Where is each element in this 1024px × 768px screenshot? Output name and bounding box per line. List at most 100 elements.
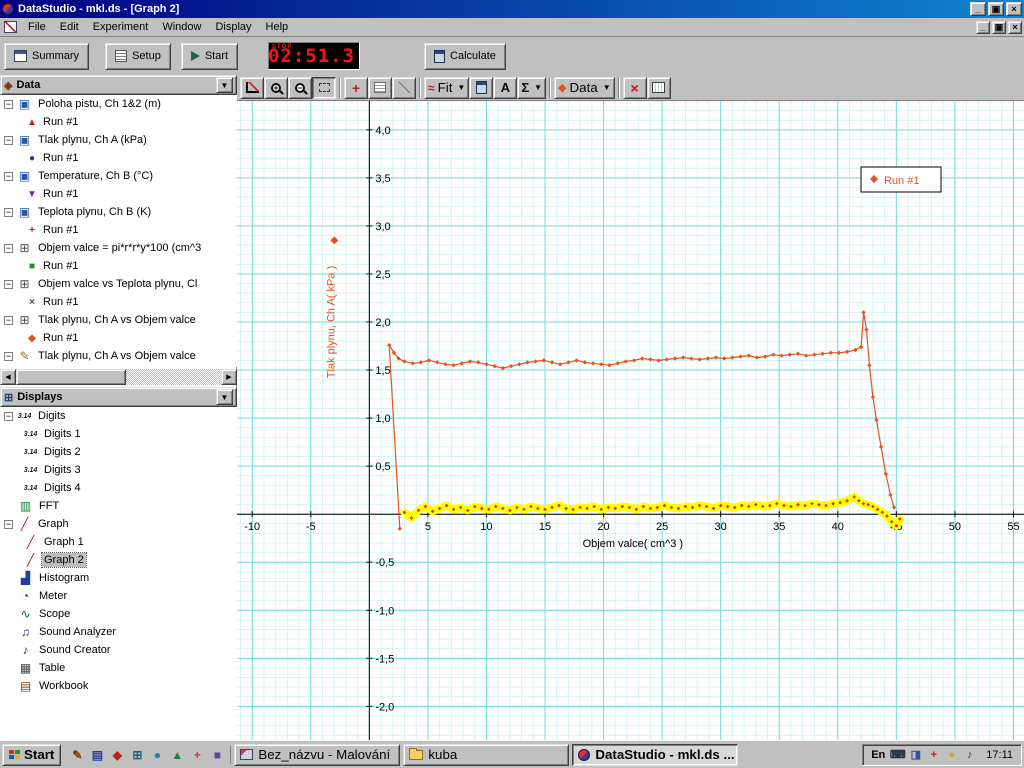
quick-launch-3-icon[interactable]: ◆ [108,746,126,764]
tray-keyboard-icon[interactable]: ⌨ [890,747,905,762]
quick-launch-5-icon[interactable]: ● [148,746,166,764]
zoom-out-button[interactable]: − [288,77,312,99]
data-source-item[interactable]: −⊞Tlak plynu, Ch A vs Objem valce [0,311,237,329]
fit-menu-button[interactable]: ≈Fit▼ [424,77,469,99]
run-item[interactable]: ◆Run #1 [0,329,237,347]
tree-expand-icon[interactable]: − [4,352,13,361]
statistics-menu-button[interactable]: Σ▼ [517,77,546,99]
tray-display-icon[interactable]: ◨ [908,747,923,762]
run-item[interactable]: ■Run #1 [0,257,237,275]
display-subitem[interactable]: 3.14Digits 3 [0,461,237,479]
display-subitem[interactable]: 3.14Digits 2 [0,443,237,461]
notes-tool-button[interactable] [368,77,392,99]
display-item[interactable]: ◔Meter [0,587,237,605]
menu-file[interactable]: File [21,19,53,35]
display-item[interactable]: ∿Scope [0,605,237,623]
data-header-dropdown[interactable]: ▼ [216,77,233,93]
menu-edit[interactable]: Edit [53,19,86,35]
tree-expand-icon[interactable]: − [4,412,13,421]
data-tree-scrollbar[interactable]: ◀ ▶ [0,369,237,385]
run-item[interactable]: +Run #1 [0,221,237,239]
data-source-item[interactable]: −⊞Objem valce = pi*r*r*y*100 (cm^3 [0,239,237,257]
tree-expand-icon[interactable]: − [4,244,13,253]
menu-display[interactable]: Display [208,19,258,35]
maximize-button[interactable]: ▣ [988,2,1004,16]
zoom-select-button[interactable] [312,77,336,99]
calculate-tool-button[interactable] [469,77,493,99]
task-button-folder[interactable]: kuba [403,744,569,766]
data-source-item[interactable]: −⊞Objem valce vs Teplota plynu, Cl [0,275,237,293]
tray-volume-icon[interactable]: ♪ [962,747,977,762]
display-item[interactable]: ▥FFT [0,497,237,515]
smart-tool-button[interactable]: + [344,77,368,99]
display-subitem[interactable]: ╱Graph 1 [0,533,237,551]
taskbar-clock[interactable]: 17:11 [982,749,1013,761]
display-item[interactable]: ▟Histogram [0,569,237,587]
slope-tool-button[interactable] [392,77,416,99]
display-subitem[interactable]: ╱Graph 2 [0,551,237,569]
quick-launch-8-icon[interactable]: ■ [208,746,226,764]
quick-launch-7-icon[interactable]: + [188,746,206,764]
mdi-minimize-button[interactable]: _ [976,21,990,34]
start-menu-button[interactable]: Start [2,744,61,766]
display-item[interactable]: ▦Table [0,659,237,677]
task-button-paint[interactable]: Bez_názvu - Malování [234,744,400,766]
tree-expand-icon[interactable]: − [4,280,13,289]
display-item[interactable]: −3.14Digits [0,407,237,425]
display-item[interactable]: ♪Sound Creator [0,641,237,659]
display-item[interactable]: −╱Graph [0,515,237,533]
quick-launch-4-icon[interactable]: ⊞ [128,746,146,764]
display-subitem[interactable]: 3.14Digits 4 [0,479,237,497]
data-source-item[interactable]: −▣Poloha pistu, Ch 1&2 (m) [0,95,237,113]
language-indicator[interactable]: En [871,749,885,761]
close-button[interactable]: × [1006,2,1022,16]
data-source-item[interactable]: −▣Temperature, Ch B (°C) [0,167,237,185]
scroll-right-button[interactable]: ▶ [221,369,237,385]
quick-launch-6-icon[interactable]: ▲ [168,746,186,764]
menu-help[interactable]: Help [259,19,296,35]
data-source-item[interactable]: −▣Teplota plynu, Ch B (K) [0,203,237,221]
mdi-close-button[interactable]: × [1008,21,1022,34]
mdi-restore-button[interactable]: ▣ [992,21,1006,34]
scale-to-fit-button[interactable] [240,77,264,99]
data-menu-button[interactable]: ◆Data▼ [554,77,615,99]
run-item[interactable]: ▼Run #1 [0,185,237,203]
setup-button[interactable]: Setup [105,43,171,70]
display-item[interactable]: ♫Sound Analyzer [0,623,237,641]
tree-expand-icon[interactable]: − [4,520,13,529]
scrollbar-thumb[interactable] [16,369,126,385]
tray-scheduler-icon[interactable]: ● [944,747,959,762]
delete-button[interactable]: × [623,77,647,99]
tree-expand-icon[interactable]: − [4,172,13,181]
quick-launch-1-icon[interactable]: ✎ [68,746,86,764]
svg-text:2,5: 2,5 [375,269,390,281]
scrollbar-track[interactable] [16,369,221,385]
data-source-item[interactable]: −▣Tlak plynu, Ch A (kPa) [0,131,237,149]
task-button-datastudio[interactable]: DataStudio - mkl.ds ... [572,744,738,766]
displays-header-dropdown[interactable]: ▼ [216,389,233,405]
display-item[interactable]: ▤Workbook [0,677,237,695]
menu-window[interactable]: Window [155,19,208,35]
tree-expand-icon[interactable]: − [4,136,13,145]
tree-expand-icon[interactable]: − [4,316,13,325]
zoom-in-button[interactable]: + [264,77,288,99]
graph-display[interactable]: -10-55101520253035404550554,03,53,02,52,… [237,101,1024,740]
run-item[interactable]: ▲Run #1 [0,113,237,131]
graph-settings-button[interactable] [647,77,671,99]
tray-antivirus-icon[interactable]: + [926,747,941,762]
quick-launch-2-icon[interactable]: ▤ [88,746,106,764]
data-source-item[interactable]: −✎Tlak plynu, Ch A vs Objem valce [0,347,237,365]
menu-experiment[interactable]: Experiment [86,19,156,35]
run-item[interactable]: ●Run #1 [0,149,237,167]
scroll-left-button[interactable]: ◀ [0,369,16,385]
display-subitem[interactable]: 3.14Digits 1 [0,425,237,443]
minimize-button[interactable]: _ [970,2,986,16]
tree-expand-icon[interactable]: − [4,208,13,217]
summary-button[interactable]: Summary [4,43,89,70]
graph-plot[interactable]: -10-55101520253035404550554,03,53,02,52,… [237,101,1024,740]
tree-expand-icon[interactable]: − [4,100,13,109]
text-annotation-button[interactable]: A [493,77,517,99]
start-button[interactable]: Start [181,43,238,70]
calculate-button[interactable]: Calculate [424,43,506,70]
run-item[interactable]: ×Run #1 [0,293,237,311]
